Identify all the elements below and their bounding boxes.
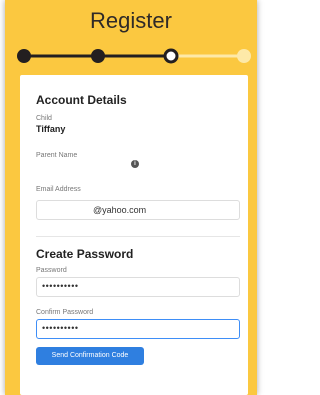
confirm-password-field[interactable]: •••••••••• [36, 319, 240, 339]
register-panel: Register Account Details Child Tiffany P… [5, 0, 257, 395]
send-confirmation-code-button[interactable]: Send Confirmation Code [36, 347, 144, 365]
register-form-card: Account Details Child Tiffany Parent Nam… [20, 75, 248, 395]
password-mask: •••••••••• [42, 281, 79, 291]
step-4-dot [237, 49, 251, 63]
email-field[interactable]: @yahoo.com [36, 200, 240, 220]
child-value: Tiffany [36, 124, 66, 134]
section-divider [36, 236, 240, 237]
password-label: Password [36, 267, 67, 274]
parent-name-label: Parent Name [36, 152, 78, 159]
progress-stepper [5, 44, 257, 68]
email-value: @yahoo.com [93, 205, 147, 215]
email-label: Email Address [36, 186, 81, 193]
info-icon[interactable]: i [131, 160, 139, 168]
confirm-password-label: Confirm Password [36, 309, 94, 316]
page-title: Register [90, 8, 172, 33]
stepper-graphic [17, 48, 251, 64]
step-2-dot [91, 49, 105, 63]
create-password-heading: Create Password [36, 247, 134, 261]
confirm-password-mask: •••••••••• [42, 323, 79, 333]
step-1-dot [17, 49, 31, 63]
account-details-heading: Account Details [36, 93, 127, 107]
child-label: Child [36, 115, 52, 122]
step-3-dot-current [163, 48, 179, 64]
password-field[interactable]: •••••••••• [36, 277, 240, 297]
